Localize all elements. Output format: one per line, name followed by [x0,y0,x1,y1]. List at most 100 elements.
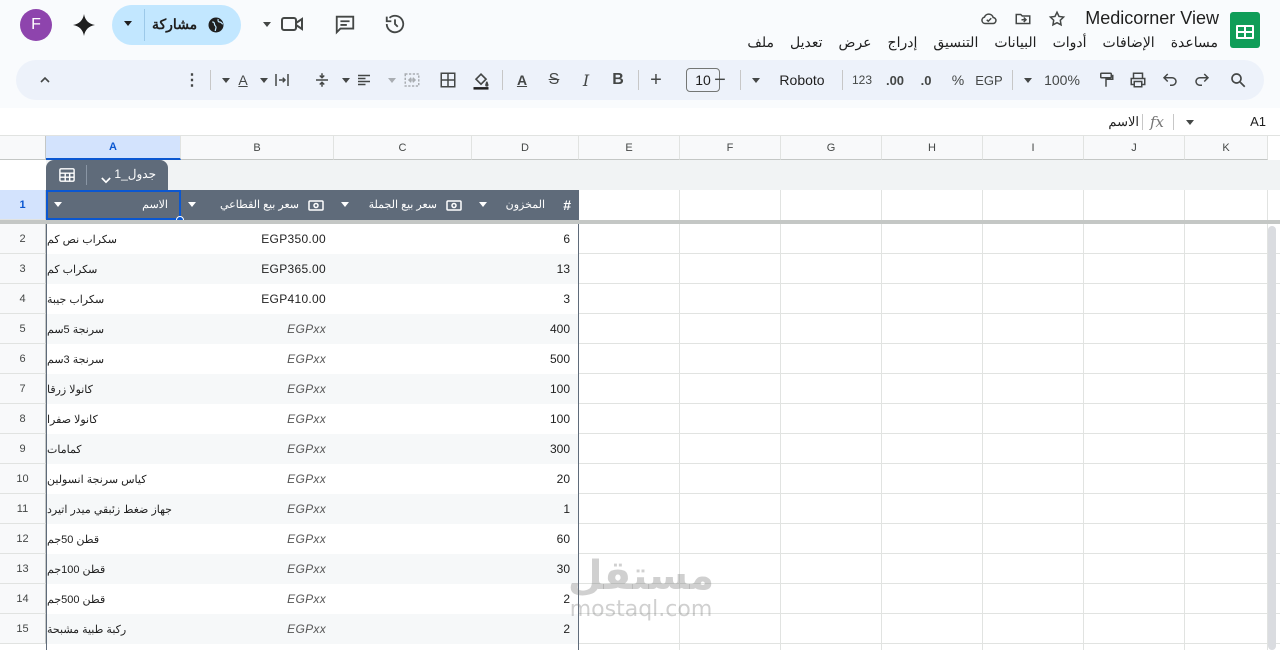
menu-extensions[interactable]: الإضافات [1103,34,1155,51]
table-grid-icon[interactable] [58,167,76,183]
row-header[interactable]: 11 [0,494,46,524]
version-history-icon[interactable] [384,13,406,35]
table-name-tab[interactable]: جدول_1 [46,160,168,190]
row-header[interactable]: 14 [0,584,46,614]
font-family-select[interactable]: Roboto [772,68,832,92]
merge-dropdown-icon[interactable] [386,68,398,92]
search-menus-icon[interactable] [1228,68,1248,92]
star-icon[interactable] [1048,10,1068,30]
row-header[interactable]: 13 [0,554,46,584]
vertical-align-icon[interactable] [312,68,332,92]
account-avatar[interactable]: F [20,9,52,41]
column-header-a[interactable]: A [46,136,181,160]
text-wrap-icon[interactable] [272,68,292,92]
comments-icon[interactable] [334,13,356,35]
column-header-h[interactable]: H [882,136,983,160]
text-rotation-dropdown-icon[interactable] [220,68,232,92]
column-header-k[interactable]: K [1185,136,1268,160]
row-header[interactable]: 5 [0,314,46,344]
zoom-select[interactable]: 100% [1040,68,1084,92]
row-header[interactable]: 10 [0,464,46,494]
header-wholesale-price[interactable]: سعر بيع الجملة [333,190,471,220]
font-dropdown-icon[interactable] [750,68,762,92]
row-header[interactable]: 15 [0,614,46,644]
row-header[interactable]: 12 [0,524,46,554]
name-box[interactable]: A1 [1250,114,1266,129]
row-header[interactable]: 1 [0,190,46,220]
vertical-scrollbar[interactable] [1268,226,1276,650]
column-header-e[interactable]: E [579,136,680,160]
paint-format-icon[interactable] [1096,68,1116,92]
sheets-logo-icon[interactable] [1230,12,1260,48]
undo-icon[interactable] [1160,68,1180,92]
row-header[interactable]: 4 [0,284,46,314]
currency-format-button[interactable]: EGP [974,68,1004,92]
share-dropdown-icon[interactable] [124,21,132,26]
column-header-c[interactable]: C [334,136,472,160]
share-button[interactable]: مشاركة [112,5,241,45]
spreadsheet-grid[interactable]: ABCDEFGHIJK 1 2 3 4 5 6 7 8 9 10 11 12 13 14 15 جدول_1… [0,136,1280,650]
meet-dropdown-icon[interactable] [263,22,271,27]
header-wholesale-filter-icon[interactable] [341,202,349,207]
row-header[interactable]: 3 [0,254,46,284]
fill-color-icon[interactable] [470,68,492,92]
column-header-b[interactable]: B [181,136,334,160]
row-header[interactable]: 8 [0,404,46,434]
menu-insert[interactable]: إدراج [888,34,918,51]
header-retail-filter-icon[interactable] [188,202,196,207]
menu-file[interactable]: ملف [747,34,774,51]
text-rotation-icon[interactable]: A [234,68,252,92]
increase-decimal-button[interactable]: .00 [882,68,908,92]
title-bar: Medicorner View ملف تعديل عرض إدراج التن… [0,0,1280,58]
row-header[interactable]: 2 [0,224,46,254]
document-title[interactable]: Medicorner View [1085,8,1219,29]
text-color-icon[interactable]: A [512,68,532,92]
row-header[interactable]: 6 [0,344,46,374]
merge-cells-icon[interactable] [402,68,422,92]
print-icon[interactable] [1128,68,1148,92]
menu-help[interactable]: مساعدة [1171,34,1218,51]
borders-icon[interactable] [438,68,458,92]
decrease-font-size-button[interactable]: − [710,68,730,92]
collapse-menus-icon[interactable] [36,68,54,92]
menu-data[interactable]: البيانات [994,34,1036,51]
header-stock-filter-icon[interactable] [479,202,487,207]
menu-format[interactable]: التنسيق [933,34,978,51]
number-format-button[interactable]: 123 [850,68,874,92]
header-stock-label: المخزون [505,199,545,211]
column-header-d[interactable]: D [472,136,579,160]
select-all-corner[interactable] [0,136,46,160]
wrap-dropdown-icon[interactable] [258,68,270,92]
row-header[interactable]: 9 [0,434,46,464]
watermark-sub: mostaql.com [569,597,713,622]
column-header-j[interactable]: J [1084,136,1185,160]
bold-button[interactable]: B [608,68,628,92]
horizontal-align-icon[interactable] [354,68,374,92]
currency-type-icon [307,197,325,213]
redo-icon[interactable] [1192,68,1212,92]
increase-font-size-button[interactable]: + [646,68,666,92]
zoom-dropdown-icon[interactable] [1022,68,1034,92]
align-dropdown-icon[interactable] [340,68,352,92]
strikethrough-button[interactable]: S [544,68,564,92]
header-retail-price[interactable]: سعر بيع القطاعي [180,190,333,220]
column-header-i[interactable]: I [983,136,1084,160]
column-header-f[interactable]: F [680,136,781,160]
italic-button[interactable]: I [576,68,596,92]
name-box-dropdown-icon[interactable] [1186,120,1194,125]
table-menu-dropdown-icon[interactable] [101,171,111,189]
menu-view[interactable]: عرض [839,34,872,51]
header-stock[interactable]: # المخزون [471,190,579,220]
video-call-icon[interactable] [280,14,304,34]
cloud-status-icon[interactable] [980,10,1000,30]
percent-format-button[interactable]: % [948,68,968,92]
decrease-decimal-button[interactable]: .0 [914,68,938,92]
row-header[interactable]: 7 [0,374,46,404]
move-folder-icon[interactable] [1014,10,1034,30]
formula-input[interactable]: الاسم [1108,114,1139,130]
more-options-icon[interactable]: ⋮ [184,68,200,92]
gemini-sparkle-icon[interactable] [72,13,96,37]
column-header-g[interactable]: G [781,136,882,160]
menu-edit[interactable]: تعديل [790,34,823,51]
menu-tools[interactable]: أدوات [1053,34,1087,51]
